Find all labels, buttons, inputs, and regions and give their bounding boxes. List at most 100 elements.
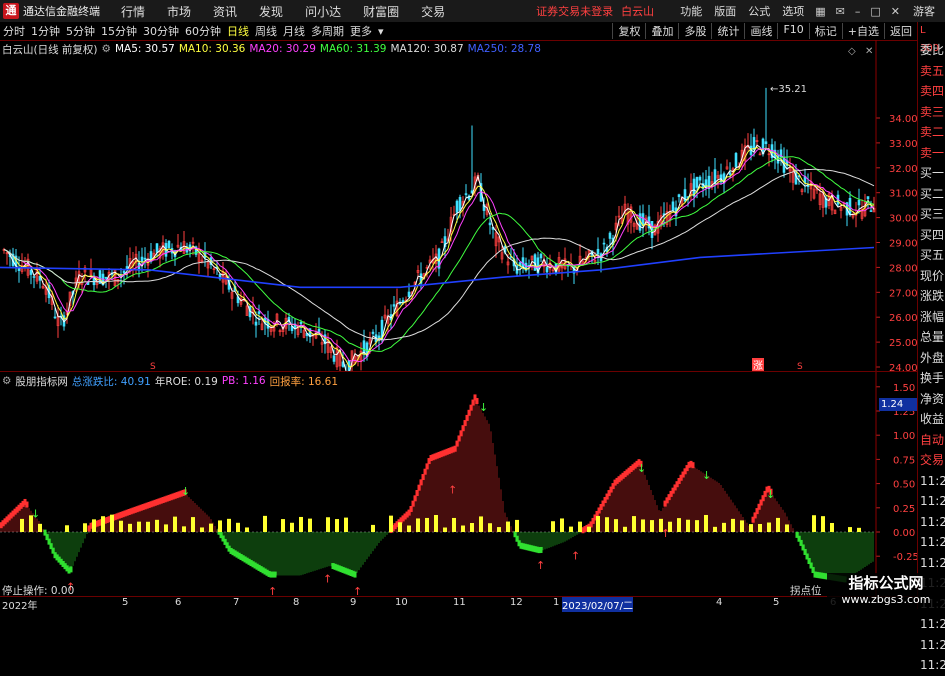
tool-restore-rights[interactable]: 复权 xyxy=(612,23,645,39)
sidebar-item[interactable]: 涨跌 xyxy=(918,286,945,307)
indicator-tick-label: 0.75 xyxy=(893,455,915,466)
candle-body xyxy=(458,196,462,211)
period-60min[interactable]: 60分钟 xyxy=(182,23,224,39)
menu-wealth-circle[interactable]: 财富圈 xyxy=(352,3,410,20)
sidebar-trade-item[interactable]: 11:29 xyxy=(918,471,945,492)
yellow-bar xyxy=(155,519,159,532)
sidebar-item[interactable]: 买五 xyxy=(918,245,945,266)
yellow-bar xyxy=(245,527,249,532)
watermark: 指标公式网 www.zbgs3.com xyxy=(827,573,945,609)
chevron-down-icon[interactable]: ▾ xyxy=(375,25,387,38)
menu-layout[interactable]: 版面 xyxy=(708,3,742,19)
mail-icon[interactable]: ✉ xyxy=(831,5,850,18)
indicator-tick-label: 1.00 xyxy=(893,431,915,442)
indicator-edge-block xyxy=(463,420,467,427)
menu-formula[interactable]: 公式 xyxy=(742,3,776,19)
yellow-bar xyxy=(785,524,789,532)
menu-options[interactable]: 选项 xyxy=(776,3,810,19)
grid-icon[interactable]: ▦ xyxy=(810,5,830,18)
tool-f10[interactable]: F10 xyxy=(777,23,808,39)
sidebar-item[interactable]: 总量 xyxy=(918,327,945,348)
period-timeshare[interactable]: 分时 xyxy=(0,23,28,39)
tool-multi-stock[interactable]: 多股 xyxy=(678,23,711,39)
candle-body xyxy=(866,196,870,200)
tool-back[interactable]: 返回 xyxy=(884,23,917,39)
price-tick-label: 29.00 xyxy=(889,239,917,250)
menu-ask[interactable]: 问小达 xyxy=(294,3,352,20)
sidebar-item[interactable]: 委比 xyxy=(918,40,945,61)
sidebar-trade-item[interactable]: 11:29 xyxy=(918,635,945,656)
quote-sidebar: L 300 委比 卖五 卖四 卖三 卖二 卖一 买一 买二 买三 买四 买五 现价 涨跌 涨幅 总量 外盘 换手… xyxy=(917,22,945,672)
sidebar-trade-item[interactable]: 11:29 xyxy=(918,512,945,533)
sidebar-trade-item[interactable]: 11:29 xyxy=(918,553,945,574)
maximize-icon[interactable]: □ xyxy=(865,5,885,18)
sidebar-item[interactable]: 外盘 xyxy=(918,348,945,369)
tool-mark[interactable]: 标记 xyxy=(808,23,842,39)
price-chart[interactable]: 34.00 33.00 32.00 31.00 30.00 29.00 28.00 27.00… xyxy=(0,40,917,371)
period-weekly[interactable]: 周线 xyxy=(252,23,280,39)
app-title: 通达信金融终端 xyxy=(23,5,100,18)
close-icon[interactable]: ✕ xyxy=(886,5,905,18)
sidebar-item[interactable]: 卖四 xyxy=(918,81,945,102)
menu-quotes[interactable]: 行情 xyxy=(110,3,156,20)
candle-body xyxy=(539,253,543,259)
date-tick: 10 xyxy=(395,597,408,608)
yellow-bar xyxy=(20,518,24,532)
date-tick: 8 xyxy=(293,597,300,608)
yellow-bar xyxy=(101,516,105,532)
yellow-bar xyxy=(686,519,690,532)
yellow-bar xyxy=(605,517,609,532)
period-more[interactable]: 更多 xyxy=(347,23,375,39)
menu-news[interactable]: 资讯 xyxy=(202,3,248,20)
sidebar-item[interactable]: 买二 xyxy=(918,184,945,205)
sidebar-item[interactable]: 卖一 xyxy=(918,143,945,164)
indicator-edge-block xyxy=(691,462,695,469)
minimize-icon[interactable]: – xyxy=(850,5,866,18)
period-daily[interactable]: 日线 xyxy=(224,23,252,39)
sidebar-item[interactable]: 净资 xyxy=(918,389,945,410)
sidebar-trade-item[interactable]: 11:29 xyxy=(918,491,945,512)
sidebar-item[interactable]: 现价 xyxy=(918,266,945,287)
candle-body xyxy=(671,201,675,211)
sidebar-item[interactable]: 收益 xyxy=(918,409,945,430)
period-30min[interactable]: 30分钟 xyxy=(140,23,182,39)
sidebar-trade-item[interactable]: 11:29 xyxy=(918,532,945,553)
yellow-bar xyxy=(209,523,213,532)
yellow-bar xyxy=(407,525,411,532)
candle-body xyxy=(407,291,411,297)
indicator-tick-label: 0.00 xyxy=(893,528,915,539)
s-marker: S xyxy=(150,362,156,371)
sidebar-trade-item[interactable]: 自动 xyxy=(918,430,945,451)
login-status[interactable]: 证券交易未登录 xyxy=(536,3,613,19)
tool-add-watchlist[interactable]: +自选 xyxy=(841,23,884,39)
sidebar-item[interactable]: 换手 xyxy=(918,368,945,389)
menu-market[interactable]: 市场 xyxy=(156,3,202,20)
period-multi[interactable]: 多周期 xyxy=(308,23,347,39)
period-15min[interactable]: 15分钟 xyxy=(98,23,140,39)
period-monthly[interactable]: 月线 xyxy=(280,23,308,39)
period-5min[interactable]: 5分钟 xyxy=(63,23,98,39)
sidebar-item[interactable]: 买三 xyxy=(918,204,945,225)
menu-trade[interactable]: 交易 xyxy=(410,3,456,20)
date-tick: 12 xyxy=(510,597,523,608)
indicator-edge-block xyxy=(415,490,419,497)
sidebar-trade-item[interactable]: 11:29 xyxy=(918,614,945,635)
sidebar-item[interactable]: 卖五 xyxy=(918,61,945,82)
guest-label[interactable]: 游客 xyxy=(913,3,935,19)
sidebar-item[interactable]: 买一 xyxy=(918,163,945,184)
sidebar-item[interactable]: 涨幅 xyxy=(918,307,945,328)
period-1min[interactable]: 1分钟 xyxy=(28,23,63,39)
menu-discover[interactable]: 发现 xyxy=(248,3,294,20)
sidebar-item[interactable]: 买四 xyxy=(918,225,945,246)
indicator-chart[interactable]: 1.501.251.000.750.500.250.00-0.25↓↓↓↓↓↓↑… xyxy=(0,372,917,596)
sidebar-item[interactable]: 卖三 xyxy=(918,102,945,123)
sidebar-trade-item[interactable]: 交易 xyxy=(918,450,945,471)
menu-function[interactable]: 功能 xyxy=(674,3,708,19)
yellow-bar xyxy=(560,518,564,532)
tool-statistics[interactable]: 统计 xyxy=(711,23,744,39)
sidebar-trade-item[interactable]: 11:29 xyxy=(918,655,945,676)
sidebar-item[interactable]: 卖二 xyxy=(918,122,945,143)
tool-overlay[interactable]: 叠加 xyxy=(645,23,678,39)
yellow-bar xyxy=(821,516,825,532)
tool-draw[interactable]: 画线 xyxy=(744,23,777,39)
